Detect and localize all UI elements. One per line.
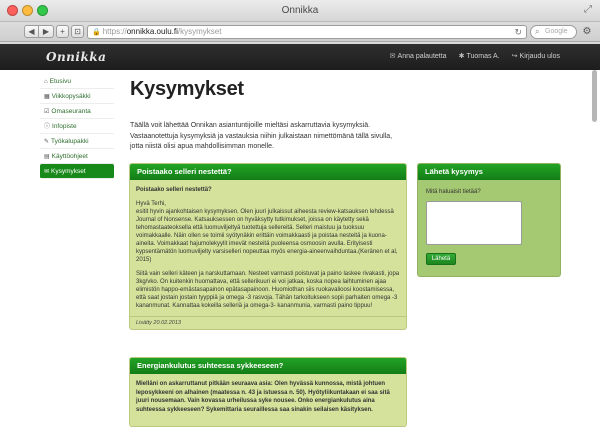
url-path: /kysymykset bbox=[177, 27, 222, 36]
sidebar-item-kayttoohjeet[interactable]: ▤ Käyttöohjeet bbox=[40, 149, 114, 164]
info-icon: ⓘ bbox=[44, 124, 51, 130]
logout-icon: ↪ bbox=[511, 53, 518, 60]
sidebar-item-label: Etusivu bbox=[49, 78, 71, 85]
scrollbar-thumb[interactable] bbox=[592, 70, 597, 122]
send-question-panel: Lähetä kysymys Mitä haluaisit tietää? Lä… bbox=[417, 163, 561, 277]
checkbox-icon: ☑ bbox=[44, 109, 50, 115]
book-icon: ▤ bbox=[44, 154, 50, 160]
sidebar-nav: ⌂ Etusivu ▦ Viikkopysäkki ☑ Omaseuranta ⓘ In… bbox=[40, 74, 114, 179]
question-field-label: Mitä haluaisit tietää? bbox=[426, 189, 481, 195]
question-body: Mielläni on askarruttanut pitkään seuraa… bbox=[130, 374, 406, 414]
answer-greeting: Hyvä Terhi, bbox=[136, 201, 166, 207]
nav-link-feedback[interactable]: ✉ Anna palautetta bbox=[390, 52, 447, 60]
calendar-icon: ▦ bbox=[44, 94, 50, 100]
back-icon[interactable]: ◀ bbox=[24, 25, 39, 38]
nav-link-label: Kirjaudu ulos bbox=[519, 53, 560, 60]
fullscreen-icon[interactable]: ⤢ bbox=[584, 4, 592, 15]
sidebar-item-tyokalupakki[interactable]: ✎ Työkalupakki bbox=[40, 134, 114, 149]
search-input[interactable]: ⌕ Google bbox=[530, 25, 577, 39]
url-scheme: https:// bbox=[102, 27, 127, 36]
send-button[interactable]: Lähetä bbox=[426, 253, 456, 265]
sidebar-item-omaseuranta[interactable]: ☑ Omaseuranta bbox=[40, 104, 114, 119]
page-scrollbar[interactable] bbox=[592, 70, 597, 410]
history-buttons: ◀ ▶ bbox=[24, 25, 54, 38]
question-card: Poistaako selleri nestettä? Poistaako se… bbox=[129, 163, 407, 330]
answer-paragraph: esitit hyvin ajankohtaisen kysymyksen. O… bbox=[136, 209, 398, 263]
forward-icon[interactable]: ▶ bbox=[39, 25, 54, 38]
cog-icon: ✱ bbox=[458, 53, 465, 60]
comments-icon: ✉ bbox=[44, 169, 50, 175]
sidebar-item-label: Työkalupakki bbox=[51, 138, 89, 145]
address-bar[interactable]: 🔒 https://onnikka.oulu.fi/kysymykset ↻ bbox=[87, 25, 527, 39]
navbar-links: ✉ Anna palautetta ✱ Tuomas A. ↪ Kirjaudu ul… bbox=[390, 52, 560, 60]
site-brand-logo[interactable]: Onnikka bbox=[46, 50, 106, 64]
url-host: onnikka.oulu.fi bbox=[126, 27, 178, 36]
sidebar-item-label: Kysymykset bbox=[51, 168, 86, 175]
sidebar-item-etusivu[interactable]: ⌂ Etusivu bbox=[40, 74, 114, 89]
browser-window: Onnikka ⤢ ◀ ▶ + ⊡ 🔒 https://onnikka.oulu.… bbox=[0, 0, 600, 448]
envelope-icon: ✉ bbox=[389, 53, 396, 60]
window-title: Onnikka bbox=[281, 5, 319, 16]
sidebar-item-viikkopysakki[interactable]: ▦ Viikkopysäkki bbox=[40, 89, 114, 104]
sidebar-item-label: Infopiste bbox=[52, 123, 77, 130]
nav-link-logout[interactable]: ↪ Kirjaudu ulos bbox=[512, 52, 560, 60]
nav-link-label: Tuomas A. bbox=[466, 53, 500, 60]
window-titlebar: Onnikka ⤢ bbox=[0, 0, 600, 22]
send-question-heading: Lähetä kysymys bbox=[418, 164, 560, 180]
question-text: Poistaako selleri nestettä? bbox=[136, 187, 212, 193]
main-content: Kysymykset Täällä voit lähettää Onnikan … bbox=[130, 78, 400, 153]
share-icon[interactable]: ⊡ bbox=[71, 25, 84, 38]
answer-paragraph: Siitä vain selleri käteen ja narskuttama… bbox=[136, 271, 400, 309]
search-icon: ⌕ bbox=[535, 27, 540, 36]
question-body: Poistaako selleri nestettä? Hyvä Terhi, … bbox=[130, 180, 406, 310]
page-title: Kysymykset bbox=[130, 78, 244, 100]
question-card: Energiankulutus suhteessa sykkeeseen? Mi… bbox=[129, 357, 407, 427]
site-navbar: Onnikka ✉ Anna palautetta ✱ Tuomas A. ↪ Kir… bbox=[0, 44, 600, 70]
question-text: Mielläni on askarruttanut pitkään seuraa… bbox=[136, 381, 390, 413]
reload-icon[interactable]: ↻ bbox=[514, 26, 522, 38]
sidebar-item-label: Omaseuranta bbox=[51, 108, 91, 115]
home-icon: ⌂ bbox=[44, 79, 48, 85]
nav-link-user[interactable]: ✱ Tuomas A. bbox=[459, 52, 500, 60]
question-date: Lisätty 20.02.2013 bbox=[130, 316, 406, 329]
sidebar-item-label: Käyttöohjeet bbox=[51, 153, 88, 160]
intro-text: Täällä voit lähettää Onnikan asiantuntij… bbox=[130, 122, 393, 150]
gear-icon[interactable]: ⚙ bbox=[580, 25, 594, 39]
nav-link-label: Anna palautetta bbox=[397, 53, 447, 60]
question-textarea[interactable] bbox=[426, 201, 522, 245]
sidebar-item-infopiste[interactable]: ⓘ Infopiste bbox=[40, 119, 114, 134]
question-heading: Energiankulutus suhteessa sykkeeseen? bbox=[130, 358, 406, 374]
lock-icon: 🔒 bbox=[92, 29, 101, 36]
sidebar-item-kysymykset[interactable]: ✉ Kysymykset bbox=[40, 164, 114, 179]
sidebar-item-label: Viikkopysäkki bbox=[51, 93, 91, 100]
add-tab-icon[interactable]: + bbox=[56, 25, 69, 38]
question-heading: Poistaako selleri nestettä? bbox=[130, 164, 406, 180]
search-placeholder: Google bbox=[545, 28, 568, 35]
wrench-icon: ✎ bbox=[44, 139, 50, 145]
